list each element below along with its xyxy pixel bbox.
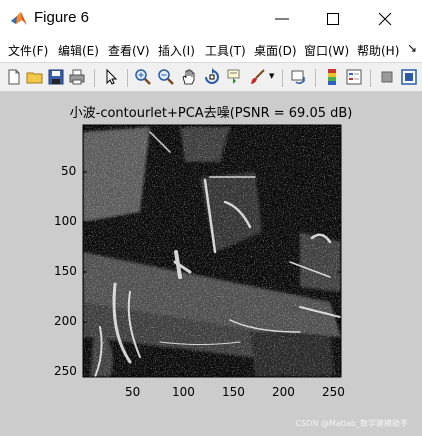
save-icon[interactable] <box>47 68 65 86</box>
close-icon <box>378 12 392 26</box>
x-tick-label: 200 <box>272 385 295 399</box>
link-plot-icon[interactable] <box>290 68 308 86</box>
y-tick-label: 250 <box>54 364 77 378</box>
denoised-image[interactable] <box>83 125 341 377</box>
open-file-icon[interactable] <box>26 68 44 86</box>
colorbar-icon[interactable] <box>323 68 341 86</box>
maximize-button[interactable] <box>310 0 356 38</box>
figure-canvas: 小波-contourlet+PCA去噪(PSNR = 69.05 dB) 50 … <box>0 92 422 436</box>
menu-bar: 文件(F) 编辑(E) 查看(V) 插入(I) 工具(T) 桌面(D) 窗口(W… <box>0 38 422 62</box>
menu-insert[interactable]: 插入(I) <box>158 42 195 59</box>
minimize-button[interactable] <box>259 0 305 38</box>
menu-window[interactable]: 窗口(W) <box>304 42 349 59</box>
toolbar-separator <box>282 69 283 87</box>
menu-view[interactable]: 查看(V) <box>108 42 150 59</box>
brush-dropdown-icon[interactable]: ▼ <box>269 72 274 80</box>
show-plot-tools-icon[interactable] <box>400 68 418 86</box>
toolbar-separator <box>315 69 316 87</box>
menu-help[interactable]: 帮助(H) <box>357 42 399 59</box>
window-title: Figure 6 <box>34 9 90 26</box>
watermark: CSDN @Matlab_数学建模助手 <box>295 419 409 428</box>
figure-toolbar: ▼ <box>0 62 422 92</box>
y-tick-label: 200 <box>54 314 77 328</box>
print-icon[interactable] <box>68 68 86 86</box>
zoom-in-icon[interactable] <box>134 68 152 86</box>
pointer-icon[interactable] <box>102 68 120 86</box>
y-tick-label: 150 <box>54 264 77 278</box>
pan-icon[interactable] <box>180 68 198 86</box>
close-button[interactable] <box>362 0 408 38</box>
x-tick-label: 50 <box>125 385 141 399</box>
menu-edit[interactable]: 编辑(E) <box>58 42 99 59</box>
toolbar-separator <box>94 69 95 87</box>
menu-overflow-icon[interactable]: ↘ <box>407 41 417 55</box>
x-tick-label: 100 <box>172 385 195 399</box>
menu-file[interactable]: 文件(F) <box>8 42 48 59</box>
brush-icon[interactable] <box>249 68 267 86</box>
menu-tools[interactable]: 工具(T) <box>205 42 246 59</box>
toolbar-separator <box>127 69 128 87</box>
x-tick-label: 250 <box>322 385 345 399</box>
legend-icon[interactable] <box>345 68 363 86</box>
hide-plot-tools-icon[interactable] <box>378 68 396 86</box>
new-figure-icon[interactable] <box>5 68 23 86</box>
zoom-out-icon[interactable] <box>157 68 175 86</box>
y-tick-label: 50 <box>61 164 77 178</box>
maximize-icon <box>327 13 339 25</box>
data-cursor-icon[interactable] <box>226 68 244 86</box>
rotate-3d-icon[interactable] <box>203 68 221 86</box>
window-titlebar: Figure 6 <box>0 0 422 38</box>
toolbar-separator <box>370 69 371 87</box>
menu-desktop[interactable]: 桌面(D) <box>254 42 297 59</box>
matlab-logo-icon <box>11 12 27 25</box>
minimize-icon <box>275 18 289 20</box>
y-tick-label: 100 <box>54 214 77 228</box>
x-tick-label: 150 <box>222 385 245 399</box>
